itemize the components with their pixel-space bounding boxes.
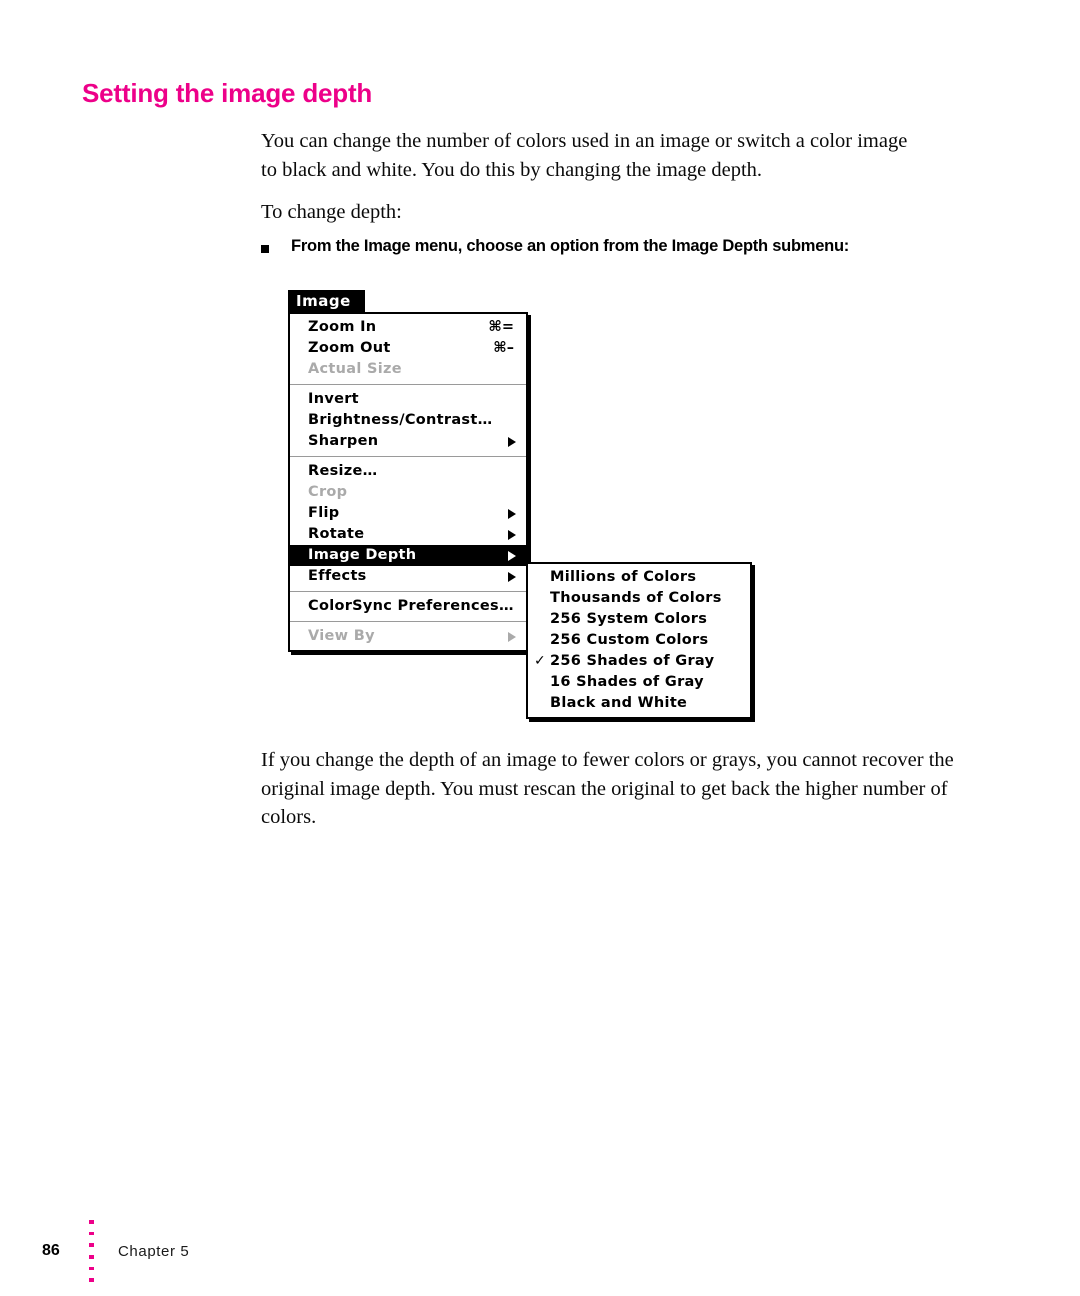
menu-item-label: Rotate <box>308 526 365 542</box>
submenu-item-label: Thousands of Colors <box>550 590 722 606</box>
submenu-item-256-custom-colors[interactable]: 256 Custom Colors <box>528 630 750 651</box>
menu-item-shortcut: ⌘– <box>493 340 514 356</box>
submenu-arrow-icon <box>508 508 516 519</box>
menu-item-label: Crop <box>308 484 348 500</box>
menu-item-zoom-out[interactable]: Zoom Out ⌘– <box>290 338 526 359</box>
menu-item-crop: Crop <box>290 482 526 503</box>
menu-item-image-depth[interactable]: Image Depth <box>290 545 526 566</box>
menu-separator <box>290 456 526 457</box>
footer-dot <box>88 1278 94 1283</box>
intro-paragraph: You can change the number of colors used… <box>261 130 908 181</box>
menu-title-image[interactable]: Image <box>288 290 365 312</box>
submenu-item-label: Millions of Colors <box>550 569 697 585</box>
menu-item-colorsync-preferences[interactable]: ColorSync Preferences… <box>290 596 526 617</box>
footer-dot <box>88 1255 94 1259</box>
submenu-arrow-icon <box>508 550 516 561</box>
submenu-item-256-shades-of-gray[interactable]: ✓ 256 Shades of Gray <box>528 651 750 672</box>
footer-dot-divider <box>78 1216 104 1286</box>
menu-item-rotate[interactable]: Rotate <box>290 524 526 545</box>
menu-item-effects[interactable]: Effects <box>290 566 526 587</box>
step-instruction-text: From the Image menu, choose an option fr… <box>291 237 850 255</box>
submenu-item-thousands-of-colors[interactable]: Thousands of Colors <box>528 588 750 609</box>
submenu-item-16-shades-of-gray[interactable]: 16 Shades of Gray <box>528 672 750 693</box>
menu-separator <box>290 384 526 385</box>
closing-paragraph: If you change the depth of an image to f… <box>261 749 954 828</box>
menu-item-label: Flip <box>308 505 340 521</box>
image-menu-dropdown: Zoom In ⌘= Zoom Out ⌘– Actual Size Inver… <box>288 312 528 652</box>
menu-item-label: Resize… <box>308 463 378 479</box>
menu-item-label: Actual Size <box>308 361 402 377</box>
menu-separator <box>290 591 526 592</box>
menu-item-label: View By <box>308 628 375 644</box>
submenu-arrow-icon <box>508 529 516 540</box>
menu-item-shortcut: ⌘= <box>488 319 514 335</box>
menu-item-flip[interactable]: Flip <box>290 503 526 524</box>
submenu-item-black-and-white[interactable]: Black and White <box>528 693 750 714</box>
menu-separator <box>290 621 526 622</box>
image-depth-submenu: Millions of Colors Thousands of Colors 2… <box>526 562 752 719</box>
menu-item-zoom-in[interactable]: Zoom In ⌘= <box>290 317 526 338</box>
submenu-item-label: 256 Custom Colors <box>550 632 709 648</box>
menu-item-label: Sharpen <box>308 433 379 449</box>
menu-item-sharpen[interactable]: Sharpen <box>290 431 526 452</box>
menu-item-label: Brightness/Contrast… <box>308 412 493 428</box>
step-list-item: From the Image menu, choose an option fr… <box>261 236 849 256</box>
submenu-item-millions-of-colors[interactable]: Millions of Colors <box>528 567 750 588</box>
footer-dot <box>88 1243 94 1247</box>
page-number: 86 <box>42 1242 60 1259</box>
menu-item-resize[interactable]: Resize… <box>290 461 526 482</box>
chapter-label: Chapter 5 <box>118 1242 190 1260</box>
submenu-arrow-icon <box>508 571 516 582</box>
lead-in-text: To change depth: <box>261 201 402 223</box>
checkmark-icon: ✓ <box>534 653 547 669</box>
footer-dot <box>88 1231 94 1236</box>
footer-dot <box>88 1219 94 1224</box>
submenu-arrow-icon <box>508 436 516 447</box>
menu-item-label: ColorSync Preferences… <box>308 598 514 614</box>
submenu-arrow-icon <box>508 631 516 642</box>
menu-item-label: Zoom Out <box>308 340 391 356</box>
menu-item-actual-size: Actual Size <box>290 359 526 380</box>
submenu-item-label: 256 System Colors <box>550 611 708 627</box>
menu-item-label: Zoom In <box>308 319 377 335</box>
menu-item-invert[interactable]: Invert <box>290 389 526 410</box>
menu-item-label: Invert <box>308 391 359 407</box>
menu-item-label: Image Depth <box>308 547 417 563</box>
submenu-item-label: 16 Shades of Gray <box>550 674 704 690</box>
page-title: Setting the image depth <box>82 78 373 108</box>
image-menu-screenshot-figure: Image Zoom In ⌘= Zoom Out ⌘– Actual Size… <box>288 290 758 720</box>
menu-item-label: Effects <box>308 568 367 584</box>
menu-item-view-by: View By <box>290 626 526 647</box>
footer-dot <box>88 1266 94 1271</box>
submenu-item-label: 256 Shades of Gray <box>550 653 715 669</box>
submenu-item-256-system-colors[interactable]: 256 System Colors <box>528 609 750 630</box>
submenu-item-label: Black and White <box>550 695 688 711</box>
menu-item-brightness-contrast[interactable]: Brightness/Contrast… <box>290 410 526 431</box>
page-footer: 86 Chapter 5 <box>42 1216 189 1286</box>
square-bullet-icon <box>261 245 269 253</box>
